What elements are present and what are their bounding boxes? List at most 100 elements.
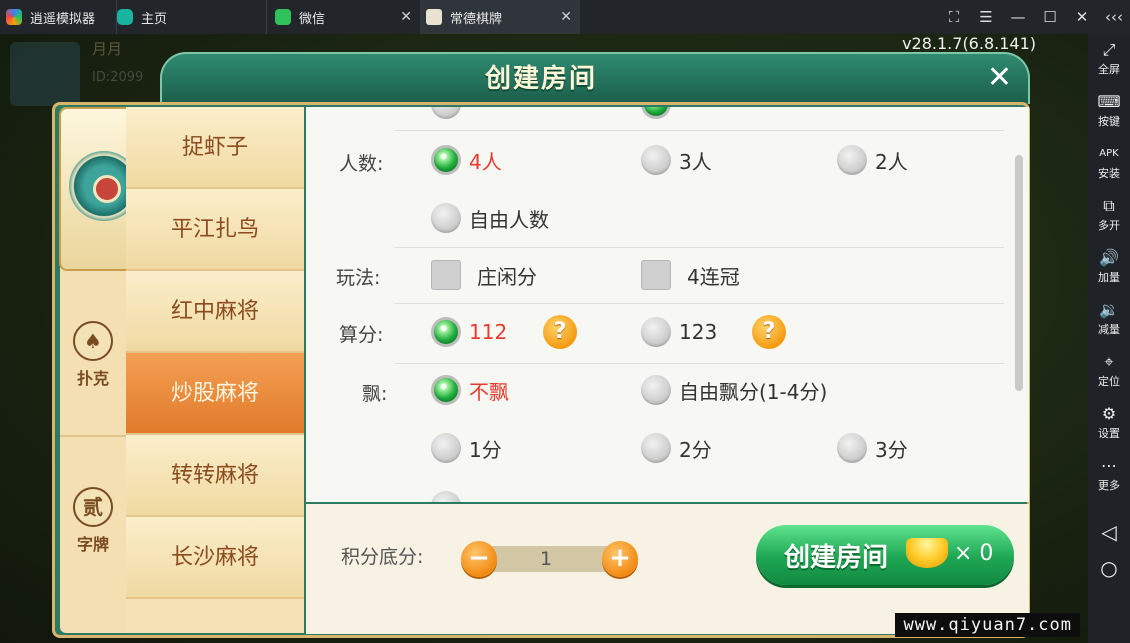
checkbox-label: 4连冠	[687, 264, 740, 289]
radio-label: 3分	[875, 437, 908, 462]
game-screen: 月月 ID:2099 客服 战绩 活动 分享 v28.1.7(6.8.141) …	[0, 34, 1088, 643]
radio-float-none[interactable]: 不飘	[431, 375, 509, 405]
radio-float-2[interactable]: 2分	[641, 433, 712, 463]
sidebar-item-install[interactable]: APK 安装	[1088, 144, 1130, 181]
radio-scoring-123[interactable]: 123	[641, 317, 717, 347]
radio-label: 3人	[679, 149, 712, 174]
radio-dot	[431, 107, 461, 119]
sidebar-item-keymap[interactable]: ⌨ 按键	[1088, 92, 1130, 129]
game-item[interactable]: 平江扎鸟	[126, 189, 304, 271]
base-score-label: 积分底分:	[341, 546, 424, 568]
category-label: 字牌	[76, 535, 109, 554]
close-icon[interactable]: ✕	[987, 60, 1012, 95]
sidebar-label: 设置	[1098, 427, 1120, 440]
checkbox-four-streak[interactable]: 4连冠	[641, 260, 740, 290]
game-item-selected[interactable]: 炒股麻将	[126, 353, 304, 435]
checkbox-box	[431, 260, 461, 290]
sidebar-item-volume-down[interactable]: 🔉 减量	[1088, 300, 1130, 337]
radio-dot	[431, 203, 461, 233]
game-item[interactable]: 捉虾子	[126, 107, 304, 189]
scoring-label: 算分:	[339, 324, 384, 346]
radio-dot	[431, 145, 461, 175]
category-poker[interactable]: ♠ 扑克	[60, 321, 126, 389]
base-score-value: 1	[476, 546, 616, 572]
emulator-titlebar: 逍遥模拟器 主页 微信 ✕ 常德棋牌 ✕ ⛶ ☰ — ☐ ✕ ‹‹‹	[0, 0, 1130, 34]
sidebar-item-location[interactable]: ⌖ 定位	[1088, 352, 1130, 389]
game-item[interactable]: 红中麻将	[126, 271, 304, 353]
sidebar-label: 加量	[1098, 271, 1120, 284]
radio-dot	[641, 107, 671, 119]
sidebar-item-settings[interactable]: ⚙ 设置	[1088, 404, 1130, 441]
radio-partial[interactable]	[431, 107, 469, 119]
create-room-button[interactable]: 创建房间 × 0	[756, 525, 1014, 585]
radio-partial[interactable]	[431, 491, 469, 502]
radio-float-1[interactable]: 1分	[431, 433, 502, 463]
radio-label: 不飘	[469, 379, 509, 404]
radio-players-free[interactable]: 自由人数	[431, 203, 549, 233]
checkbox-box	[641, 260, 671, 290]
tab-wechat[interactable]: 微信 ✕	[266, 0, 420, 34]
radio-dot	[641, 433, 671, 463]
app-logo-tab[interactable]: 逍遥模拟器	[6, 0, 116, 34]
float-label: 飘:	[362, 383, 388, 405]
row-divider	[394, 247, 1004, 248]
sidebar-item-volume-up[interactable]: 🔊 加量	[1088, 248, 1130, 285]
players-label: 人数:	[339, 153, 384, 175]
more-icon: ⋯	[1101, 456, 1117, 475]
game-item[interactable]: 长沙麻将	[126, 517, 304, 599]
help-icon[interactable]: ?	[543, 315, 577, 349]
radio-dot	[837, 433, 867, 463]
sidebar-item-more[interactable]: ⋯ 更多	[1088, 456, 1130, 493]
tab-home-label: 主页	[141, 11, 168, 27]
close-tab-game-icon[interactable]: ✕	[560, 9, 572, 25]
plus-button[interactable]: +	[602, 541, 638, 577]
options-scrollbar[interactable]	[1015, 155, 1023, 391]
radio-dot	[641, 375, 671, 405]
home-icon[interactable]: ○	[1088, 556, 1130, 580]
sidebar-item-fullscreen[interactable]: ⤢ 全屏	[1088, 40, 1130, 77]
screenshot-icon[interactable]: ⛶	[938, 8, 970, 26]
sidebar-item-multi[interactable]: ⧉ 多开	[1088, 196, 1130, 233]
checkbox-banker-score[interactable]: 庄闲分	[431, 260, 537, 290]
radio-scoring-112[interactable]: 112	[431, 317, 507, 347]
sidebar-label: 安装	[1098, 167, 1120, 180]
tab-home[interactable]: 主页	[116, 0, 266, 34]
tab-game[interactable]: 常德棋牌 ✕	[420, 0, 580, 34]
close-window-icon[interactable]: ✕	[1066, 8, 1098, 26]
maximize-icon[interactable]: ☐	[1034, 8, 1066, 26]
radio-players-2[interactable]: 2人	[837, 145, 908, 175]
radio-float-free[interactable]: 自由飘分(1-4分)	[641, 375, 827, 405]
row-divider	[394, 130, 1004, 131]
watermark: www.qiyuan7.com	[895, 613, 1080, 637]
radio-players-3[interactable]: 3人	[641, 145, 712, 175]
minimize-icon[interactable]: —	[1002, 8, 1034, 26]
sidebar-label: 全屏	[1098, 63, 1120, 76]
tab-wechat-label: 微信	[299, 11, 326, 27]
back-icon[interactable]: ◁	[1088, 520, 1130, 544]
game-app-icon	[426, 9, 442, 25]
volume-down-icon: 🔉	[1099, 300, 1119, 319]
radio-label: 1分	[469, 437, 502, 462]
radio-float-3[interactable]: 3分	[837, 433, 908, 463]
multi-instance-icon: ⧉	[1103, 196, 1115, 215]
home-tab-icon	[117, 9, 133, 25]
radio-partial-selected[interactable]	[641, 107, 679, 119]
collapse-sidebar-icon[interactable]: ‹‹‹	[1098, 8, 1130, 26]
minus-button[interactable]: −	[461, 541, 497, 577]
keyboard-icon: ⌨	[1097, 92, 1121, 111]
radio-label: 112	[469, 320, 508, 344]
category-zipai[interactable]: 贰 字牌	[60, 487, 126, 555]
menu-icon[interactable]: ☰	[970, 8, 1002, 26]
radio-label: 自由人数	[469, 207, 549, 232]
game-item[interactable]: 转转麻将	[126, 435, 304, 517]
radio-players-4[interactable]: 4人	[431, 145, 502, 175]
row-divider	[394, 363, 1004, 364]
help-icon[interactable]: ?	[752, 315, 786, 349]
wechat-icon	[275, 9, 291, 25]
volume-up-icon: 🔊	[1099, 248, 1119, 267]
sidebar-label: 定位	[1098, 375, 1120, 388]
sidebar-label: 更多	[1098, 479, 1120, 492]
radio-label: 4人	[469, 149, 502, 174]
sidebar-label: 多开	[1098, 219, 1120, 232]
close-tab-wechat-icon[interactable]: ✕	[400, 9, 412, 25]
